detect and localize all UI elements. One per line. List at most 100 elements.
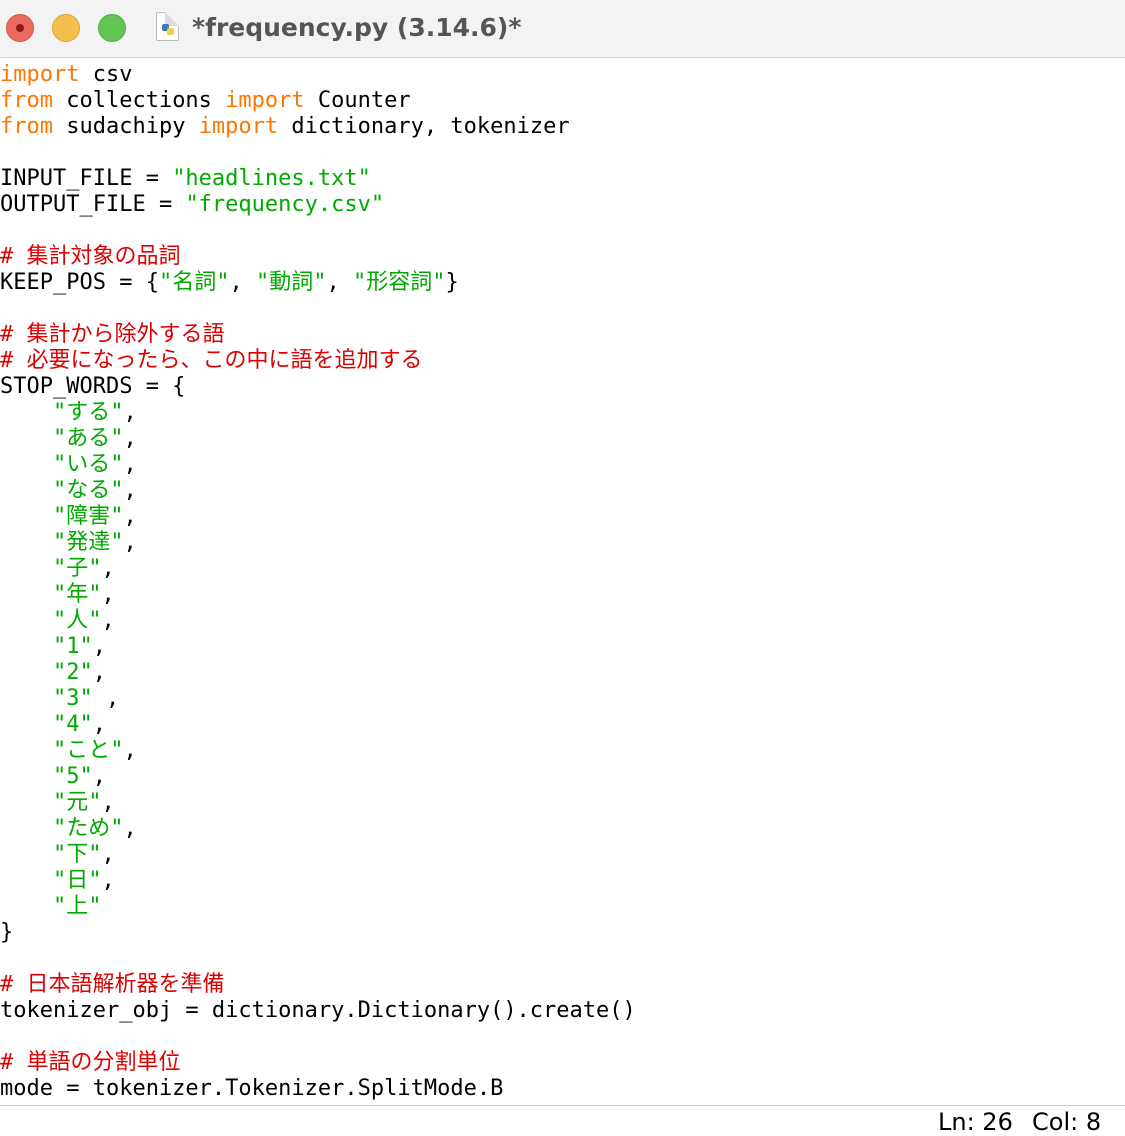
- string-token: "ため": [52, 816, 124, 841]
- code-line[interactable]: "上": [0, 894, 1125, 920]
- code-line[interactable]: from sudachipy import dictionary, tokeni…: [0, 114, 1125, 140]
- code-line[interactable]: "いる",: [0, 452, 1125, 478]
- code-line[interactable]: KEEP_POS = {"名詞", "動詞", "形容詞"}: [0, 270, 1125, 296]
- code-token: ,: [123, 816, 137, 841]
- code-token: ,: [92, 634, 106, 659]
- string-token: "発達": [52, 530, 124, 555]
- keyword-token: import: [0, 62, 80, 87]
- window-title: *frequency.py (3.14.6)*: [192, 13, 522, 42]
- string-token: "する": [52, 400, 124, 425]
- comment-token: # 集計から除外する語: [0, 322, 225, 347]
- code-token: KEEP_POS = {: [0, 270, 159, 295]
- string-token: "いる": [52, 452, 124, 477]
- string-token: "元": [52, 790, 102, 815]
- minimize-window-button[interactable]: [52, 14, 80, 42]
- code-line[interactable]: "こと",: [0, 738, 1125, 764]
- code-line[interactable]: "ある",: [0, 426, 1125, 452]
- string-token: "ある": [52, 426, 124, 451]
- string-token: "日": [52, 868, 102, 893]
- string-token: "名詞": [158, 270, 230, 295]
- code-line[interactable]: "年",: [0, 582, 1125, 608]
- string-token: "3": [52, 686, 93, 711]
- code-line[interactable]: [0, 218, 1125, 244]
- code-line[interactable]: # 必要になったら、この中に語を追加する: [0, 348, 1125, 374]
- code-line[interactable]: STOP_WORDS = {: [0, 374, 1125, 400]
- code-line[interactable]: # 集計対象の品詞: [0, 244, 1125, 270]
- code-line[interactable]: # 集計から除外する語: [0, 322, 1125, 348]
- code-line[interactable]: "1",: [0, 634, 1125, 660]
- code-line[interactable]: "2",: [0, 660, 1125, 686]
- code-line[interactable]: [0, 946, 1125, 972]
- string-token: "1": [52, 634, 93, 659]
- code-token: ,: [326, 270, 353, 295]
- code-token: }: [0, 920, 14, 945]
- string-token: "形容詞": [352, 270, 446, 295]
- string-token: "上": [52, 894, 102, 919]
- code-line[interactable]: [0, 140, 1125, 166]
- code-line[interactable]: # 単語の分割単位: [0, 1050, 1125, 1076]
- code-token: ,: [123, 426, 137, 451]
- string-token: "障害": [52, 504, 124, 529]
- code-line[interactable]: "発達",: [0, 530, 1125, 556]
- string-token: "2": [52, 660, 93, 685]
- zoom-window-button[interactable]: [98, 14, 126, 42]
- comment-token: # 日本語解析器を準備: [0, 972, 225, 997]
- code-line[interactable]: from collections import Counter: [0, 88, 1125, 114]
- code-line[interactable]: }: [0, 920, 1125, 946]
- code-token: tokenizer_obj = dictionary.Dictionary().…: [0, 998, 636, 1023]
- code-line[interactable]: mode = tokenizer.Tokenizer.SplitMode.B: [0, 1076, 1125, 1102]
- status-bar: Ln: 26 Col: 8: [0, 1105, 1125, 1136]
- code-line[interactable]: tokenizer_obj = dictionary.Dictionary().…: [0, 998, 1125, 1024]
- keyword-token: from: [0, 114, 53, 139]
- code-line[interactable]: [0, 1024, 1125, 1050]
- code-line[interactable]: "5",: [0, 764, 1125, 790]
- string-token: "なる": [52, 478, 124, 503]
- column-number-indicator: Col: 8: [1032, 1108, 1102, 1136]
- code-line[interactable]: "する",: [0, 400, 1125, 426]
- code-line[interactable]: "ため",: [0, 816, 1125, 842]
- code-token: ,: [101, 582, 115, 607]
- string-token: "下": [52, 842, 102, 867]
- code-line[interactable]: [0, 296, 1125, 322]
- code-line[interactable]: "4",: [0, 712, 1125, 738]
- code-token: Counter: [304, 88, 411, 113]
- code-line[interactable]: "なる",: [0, 478, 1125, 504]
- code-line[interactable]: "元",: [0, 790, 1125, 816]
- code-line[interactable]: "子",: [0, 556, 1125, 582]
- string-token: "5": [52, 764, 93, 789]
- code-editor[interactable]: import csv from collections import Counte…: [0, 62, 1125, 1104]
- code-line[interactable]: "3" ,: [0, 686, 1125, 712]
- code-line[interactable]: import csv: [0, 62, 1125, 88]
- code-token: ,: [92, 686, 120, 711]
- code-line[interactable]: "障害",: [0, 504, 1125, 530]
- code-token: }: [445, 270, 459, 295]
- code-token: ,: [92, 712, 106, 737]
- code-token: ,: [123, 738, 137, 763]
- code-line[interactable]: "日",: [0, 868, 1125, 894]
- code-token: collections: [52, 88, 226, 113]
- string-token: "こと": [52, 738, 124, 763]
- code-token: ,: [101, 790, 115, 815]
- string-token: "人": [52, 608, 102, 633]
- code-line[interactable]: # 日本語解析器を準備: [0, 972, 1125, 998]
- code-line[interactable]: "人",: [0, 608, 1125, 634]
- code-token: dictionary, tokenizer: [278, 114, 570, 139]
- code-token: ,: [101, 842, 115, 867]
- string-token: "動詞": [255, 270, 327, 295]
- code-line[interactable]: INPUT_FILE = "headlines.txt": [0, 166, 1125, 192]
- code-line[interactable]: OUTPUT_FILE = "frequency.csv": [0, 192, 1125, 218]
- close-window-button[interactable]: [6, 14, 34, 42]
- keyword-token: from: [0, 88, 53, 113]
- code-token: ,: [123, 400, 137, 425]
- keyword-token: import: [225, 88, 305, 113]
- code-line[interactable]: "下",: [0, 842, 1125, 868]
- comment-token: # 単語の分割単位: [0, 1050, 181, 1075]
- python-file-icon: [156, 12, 179, 41]
